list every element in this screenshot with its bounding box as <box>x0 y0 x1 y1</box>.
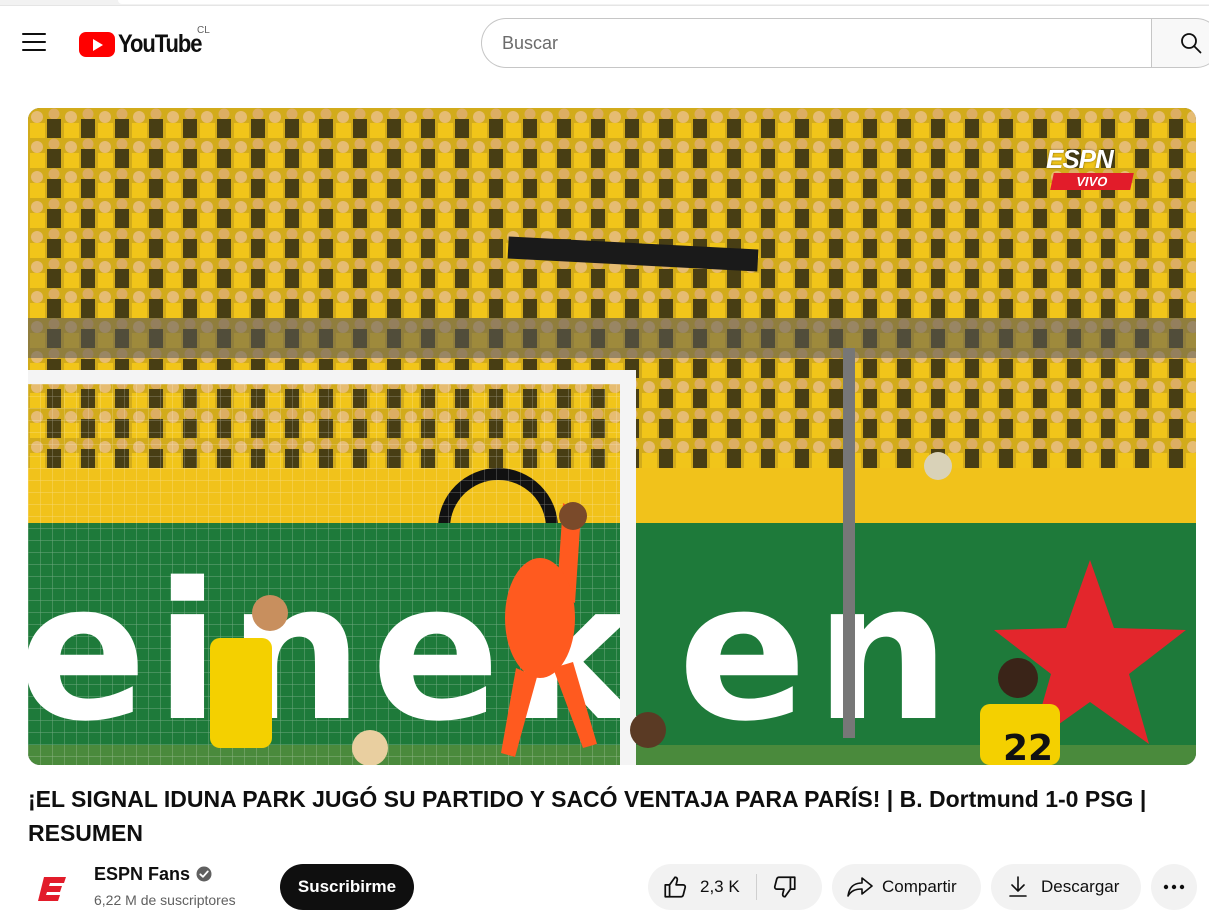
search-box <box>481 18 1152 68</box>
subscribe-button[interactable]: Suscribirme <box>280 864 414 910</box>
masthead: YouTube CL <box>0 6 1209 76</box>
channel-avatar[interactable] <box>28 864 78 914</box>
download-label: Descargar <box>1041 877 1120 896</box>
video-frame: einek en 22 <box>28 108 1196 765</box>
menu-button[interactable] <box>14 22 54 62</box>
logo-wordmark: YouTube <box>118 29 203 58</box>
dislike-button[interactable] <box>760 864 820 910</box>
youtube-logo[interactable]: YouTube CL <box>79 25 213 59</box>
share-label: Compartir <box>882 877 957 896</box>
svg-text:en: en <box>678 542 958 763</box>
more-icon <box>1163 884 1185 890</box>
like-icon <box>664 876 687 898</box>
more-actions-button[interactable] <box>1151 864 1197 910</box>
owner-row: ESPN Fans 6,22 M de suscriptores Suscrib… <box>28 862 1198 914</box>
country-code: CL <box>197 25 210 36</box>
like-button[interactable]: 2,3 K <box>648 864 756 910</box>
share-button[interactable]: Compartir <box>832 864 981 910</box>
dislike-icon <box>773 876 796 898</box>
broadcaster-bug: ESPN VIVO <box>1046 146 1136 190</box>
search-button[interactable] <box>1151 18 1209 68</box>
espn-logo-text: ESPN <box>1046 144 1114 174</box>
video-player[interactable]: einek en 22 ESPN VIVO <box>28 108 1196 765</box>
video-title: ¡EL SIGNAL IDUNA PARK JUGÓ SU PARTIDO Y … <box>28 786 1147 846</box>
download-button[interactable]: Descargar <box>991 864 1141 910</box>
like-count: 2,3 K <box>700 877 740 896</box>
espn-e-logo-icon <box>38 877 66 901</box>
download-icon <box>1009 876 1027 897</box>
menu-icon <box>22 33 46 51</box>
live-badge: VIVO <box>1050 173 1134 190</box>
search-input[interactable] <box>502 32 1152 54</box>
verified-icon <box>196 866 212 882</box>
youtube-play-icon <box>79 31 115 57</box>
share-icon <box>847 877 873 897</box>
subscriber-count: 6,22 M de suscriptores <box>94 892 236 908</box>
like-separator <box>756 874 757 900</box>
search-icon <box>1181 33 1202 54</box>
svg-text:22: 22 <box>1003 728 1053 765</box>
channel-name[interactable]: ESPN Fans <box>94 864 190 885</box>
like-dislike-group: 2,3 K <box>648 864 822 910</box>
